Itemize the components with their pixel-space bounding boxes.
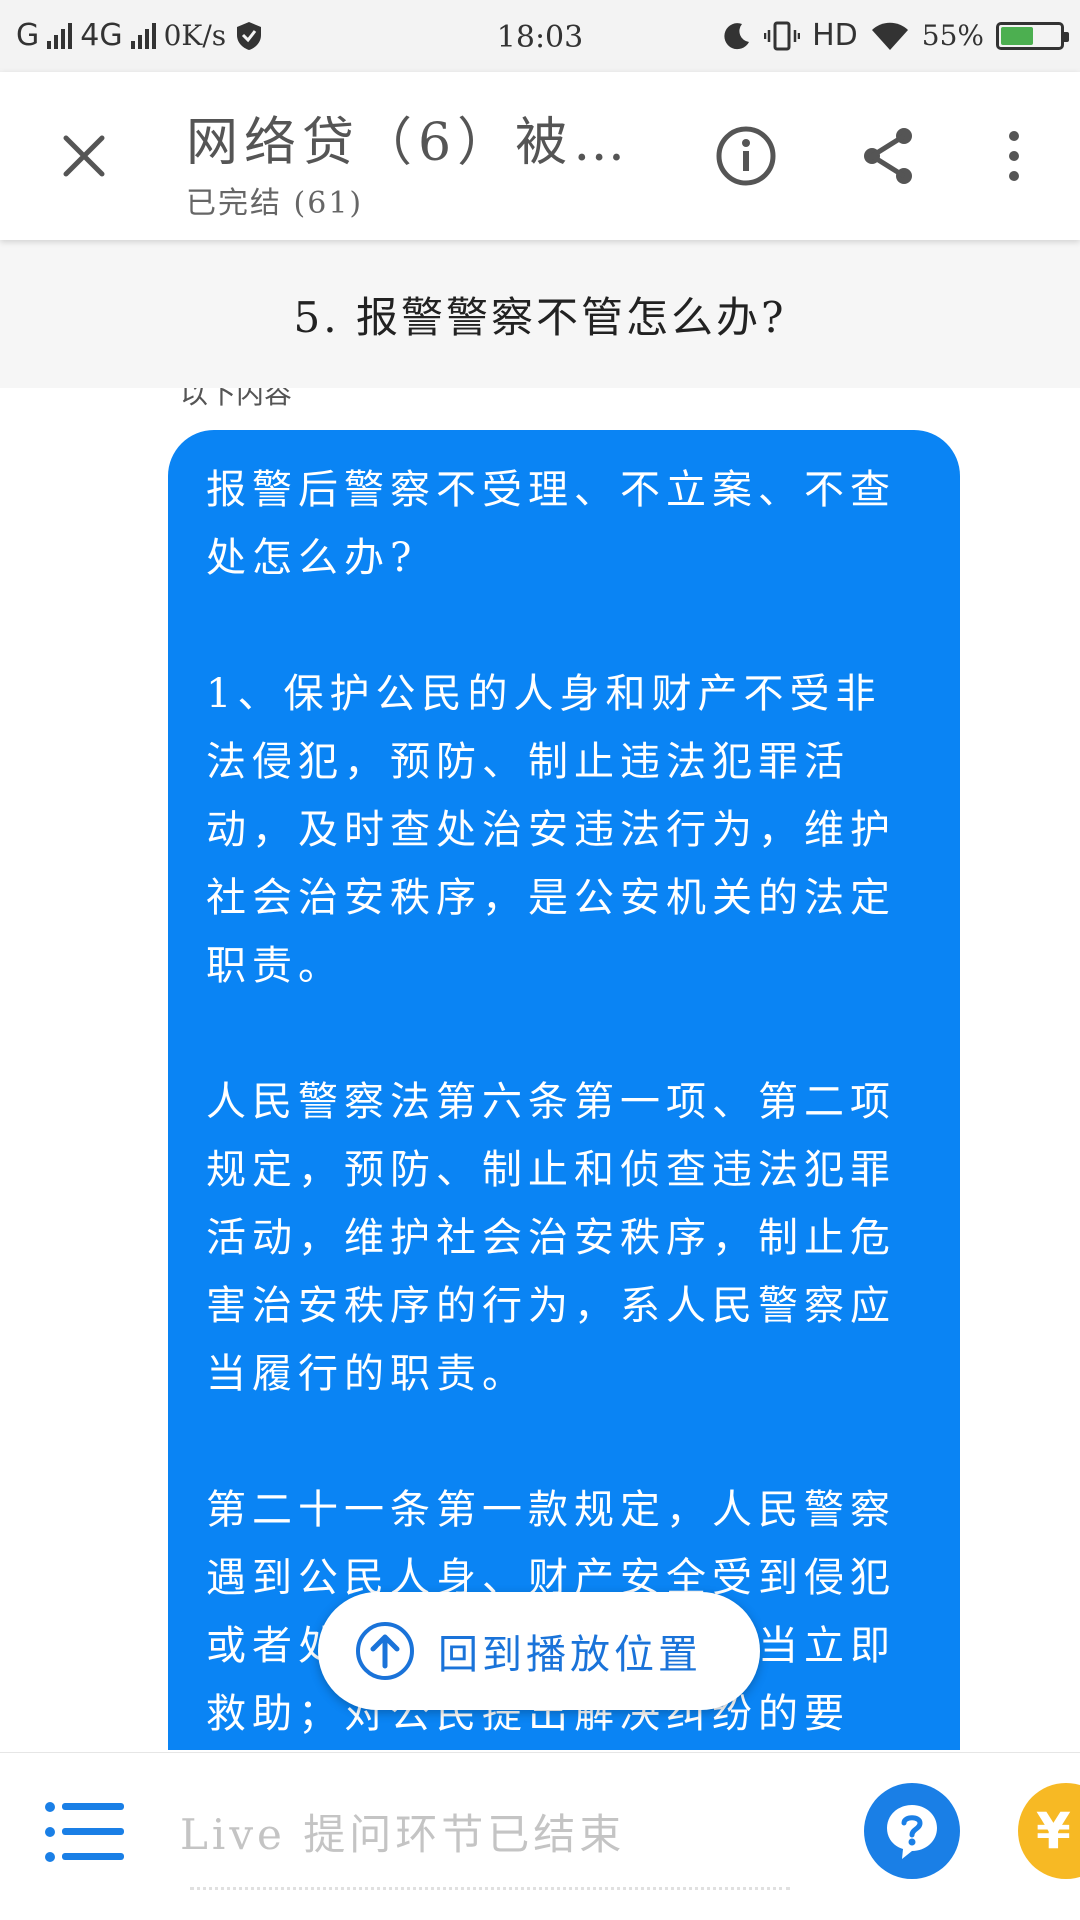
question-button[interactable] (864, 1783, 960, 1879)
app-bar: 网络贷（6）被… 已完结 (61) (0, 72, 1080, 240)
more-options-icon[interactable] (994, 124, 1034, 188)
bottom-bar: Live 提问环节已结束 ¥ (0, 1752, 1080, 1920)
hd-label: HD (812, 18, 858, 53)
message-paragraph: 1、保护公民的人身和财产不受非法侵犯，预防、制止违法犯罪活动，及时查处治安违法行… (206, 671, 896, 989)
message-paragraph: 报警后警察不受理、不立案、不查处怎么办? (206, 467, 896, 581)
yuan-icon: ¥ (1036, 1802, 1071, 1860)
close-icon[interactable] (54, 126, 114, 186)
page-subtitle: 已完结 (61) (186, 186, 364, 221)
reward-button[interactable]: ¥ (1018, 1783, 1080, 1879)
question-input-hint: Live 提问环节已结束 (180, 1810, 626, 1859)
vibrate-icon (764, 21, 801, 50)
page-title: 网络贷（6）被… (186, 113, 632, 173)
section-heading-text: 5. 报警警察不管怎么办? (293, 292, 787, 342)
input-divider (190, 1887, 790, 1890)
message-bubble: 报警后警察不受理、不立案、不查处怎么办? 1、保护公民的人身和财产不受非法侵犯，… (168, 430, 960, 1750)
share-icon[interactable] (856, 124, 920, 188)
message-paragraph: 人民警察法第六条第一项、第二项规定，预防、制止和侦查违法犯罪活动，维护社会治安秩… (206, 1079, 896, 1397)
arrow-up-circle-icon (356, 1622, 414, 1680)
moon-icon (724, 22, 750, 49)
status-bar: G 4G 0K/s 18:03 HD 55% (0, 0, 1080, 72)
battery-icon (996, 21, 1069, 50)
info-icon[interactable] (714, 124, 778, 188)
question-icon (887, 1805, 937, 1859)
return-to-playback-label: 回到播放位置 (438, 1632, 702, 1678)
status-right: HD 55% (722, 18, 1069, 53)
wifi-icon (871, 22, 908, 50)
return-to-playback-button[interactable]: 回到播放位置 (318, 1592, 760, 1710)
battery-percent: 55% (921, 19, 984, 52)
section-heading: 5. 报警警察不管怎么办? (0, 240, 1080, 388)
list-icon[interactable] (44, 1801, 124, 1863)
